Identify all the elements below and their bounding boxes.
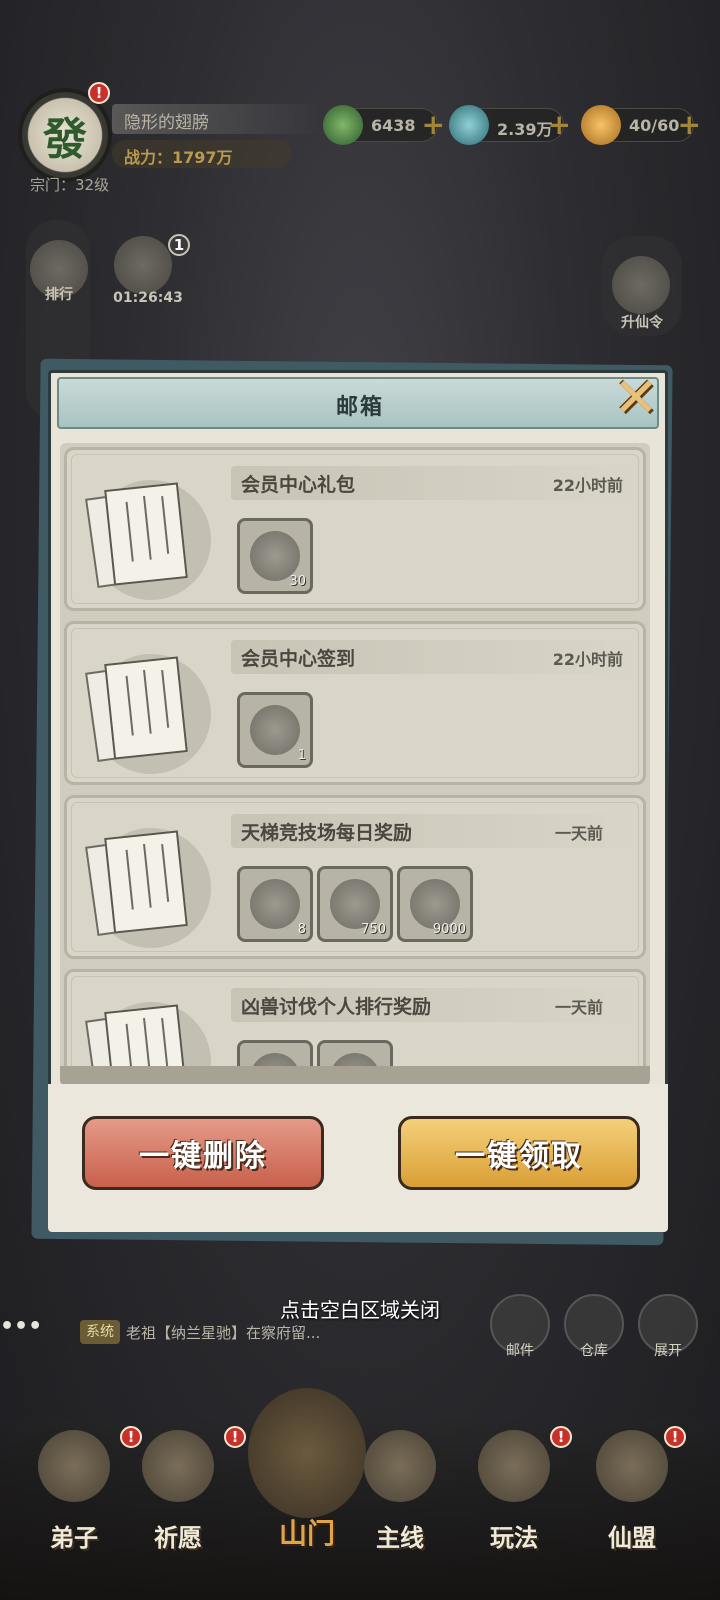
nav-wish[interactable] <box>130 1430 226 1530</box>
reward-item[interactable]: 750 <box>317 866 393 942</box>
gift-timer: 01:26:43 <box>113 290 183 306</box>
disciple-icon <box>38 1430 110 1502</box>
plus-icon[interactable]: + <box>422 111 445 139</box>
game-screen[interactable]: { "player": { "avatar_char": "發", "name"… <box>0 0 720 1600</box>
nav-alliance[interactable] <box>584 1430 680 1530</box>
expand-label: 展开 <box>654 1343 682 1359</box>
nav-label: 祈愿 <box>154 1524 202 1552</box>
resource-value: 6438 <box>371 116 416 135</box>
nav-label: 玩法 <box>490 1524 538 1552</box>
mail-time: 22小时前 <box>552 650 623 669</box>
resource-stamina[interactable]: 40/60 + <box>581 105 701 145</box>
reward-item[interactable]: 8 <box>237 866 313 942</box>
dialog-header: 邮箱 <box>57 377 659 429</box>
mail-time: 一天前 <box>554 998 603 1017</box>
mail-time: 22小时前 <box>552 476 623 495</box>
mail-item[interactable]: 会员中心签到 22小时前 1 <box>64 621 646 785</box>
reward-item[interactable]: 1 <box>237 692 313 768</box>
nav-label: 山门 <box>278 1517 335 1550</box>
nav-main-quest[interactable] <box>352 1430 448 1530</box>
player-power: 战力：1797万 <box>124 148 233 167</box>
avatar-glyph: 發 <box>43 114 87 165</box>
chat-bubble-icon[interactable]: ••• <box>0 1314 70 1350</box>
nav-mountain-gate[interactable] <box>248 1388 366 1518</box>
letter-icon <box>85 654 211 774</box>
resource-jade[interactable]: 6438 + <box>323 105 445 145</box>
mail-subject: 凶兽讨伐个人排行奖励 <box>241 996 432 1018</box>
reward-quantity: 750 <box>361 922 386 937</box>
ranking-label: 排行 <box>45 287 73 303</box>
dialog-title: 邮箱 <box>335 395 384 420</box>
close-icon[interactable]: ✕ <box>604 368 668 428</box>
mail-subject: 会员中心签到 <box>241 648 356 670</box>
scroll-ticket-icon <box>250 879 300 929</box>
nav-alert-badge: ! <box>550 1426 572 1448</box>
plus-icon[interactable]: + <box>678 111 701 139</box>
reward-item[interactable]: 9000 <box>397 866 473 942</box>
nav-disciples[interactable] <box>26 1430 122 1530</box>
mail-item[interactable]: 天梯竞技场每日奖励 一天前 8 750 9000 <box>64 795 646 959</box>
nav-alert-badge: ! <box>120 1426 142 1448</box>
mail-label: 邮件 <box>506 1343 534 1359</box>
delete-all-button[interactable]: 一键删除 <box>82 1116 324 1190</box>
mail-time: 一天前 <box>554 824 603 843</box>
nav-alert-badge: ! <box>664 1426 686 1448</box>
ascend-order-label: 升仙令 <box>621 315 663 331</box>
mail-item[interactable]: 会员中心礼包 22小时前 30 <box>64 447 646 611</box>
reward-quantity: 30 <box>289 574 306 589</box>
nav-gameplay[interactable] <box>466 1430 562 1530</box>
chat-message[interactable]: 老祖【纳兰星驰】在察府留... <box>126 1322 320 1343</box>
wish-icon <box>142 1430 214 1502</box>
sect-level: 宗门：32级 <box>30 176 110 194</box>
resource-spirit-stone[interactable]: 2.39万 + <box>449 105 571 145</box>
reward-item[interactable]: 30 <box>237 518 313 594</box>
list-bottom-edge <box>60 1066 650 1086</box>
player-name: 隐形的翅膀 <box>124 113 209 133</box>
nav-alert-badge: ! <box>224 1426 246 1448</box>
gameplay-icon <box>478 1430 550 1502</box>
quest-icon <box>364 1430 436 1502</box>
mail-list[interactable]: 会员中心礼包 22小时前 30 会员中心签到 22小时前 1 天梯竞技场每日奖励… <box>60 443 650 1083</box>
spirit-stone-icon <box>449 105 489 145</box>
mail-subject: 天梯竞技场每日奖励 <box>241 822 413 844</box>
resource-value: 2.39万 <box>497 120 553 139</box>
resource-value: 40/60 <box>629 116 680 135</box>
gift-count-badge: 1 <box>168 234 190 256</box>
flame-icon <box>581 105 621 145</box>
nav-label: 弟子 <box>50 1524 98 1552</box>
nav-label: 主线 <box>376 1524 424 1552</box>
avatar-alert-badge: ! <box>88 82 110 104</box>
jade-icon <box>323 105 363 145</box>
claim-all-button[interactable]: 一键领取 <box>398 1116 640 1190</box>
warehouse-label: 仓库 <box>580 1343 608 1359</box>
plus-icon[interactable]: + <box>548 111 571 139</box>
nav-label: 仙盟 <box>608 1524 656 1552</box>
reward-quantity: 9000 <box>432 922 466 937</box>
reward-quantity: 8 <box>297 922 306 937</box>
chat-channel-tag: 系统 <box>80 1320 120 1344</box>
gift-bag-button[interactable] <box>114 236 172 294</box>
spirit-orb-icon <box>250 705 300 755</box>
letter-icon <box>85 480 211 600</box>
ascend-order-button[interactable] <box>612 256 670 314</box>
alliance-icon <box>596 1430 668 1502</box>
letter-icon <box>85 828 211 948</box>
reward-quantity: 1 <box>297 748 306 763</box>
mail-subject: 会员中心礼包 <box>241 474 356 496</box>
